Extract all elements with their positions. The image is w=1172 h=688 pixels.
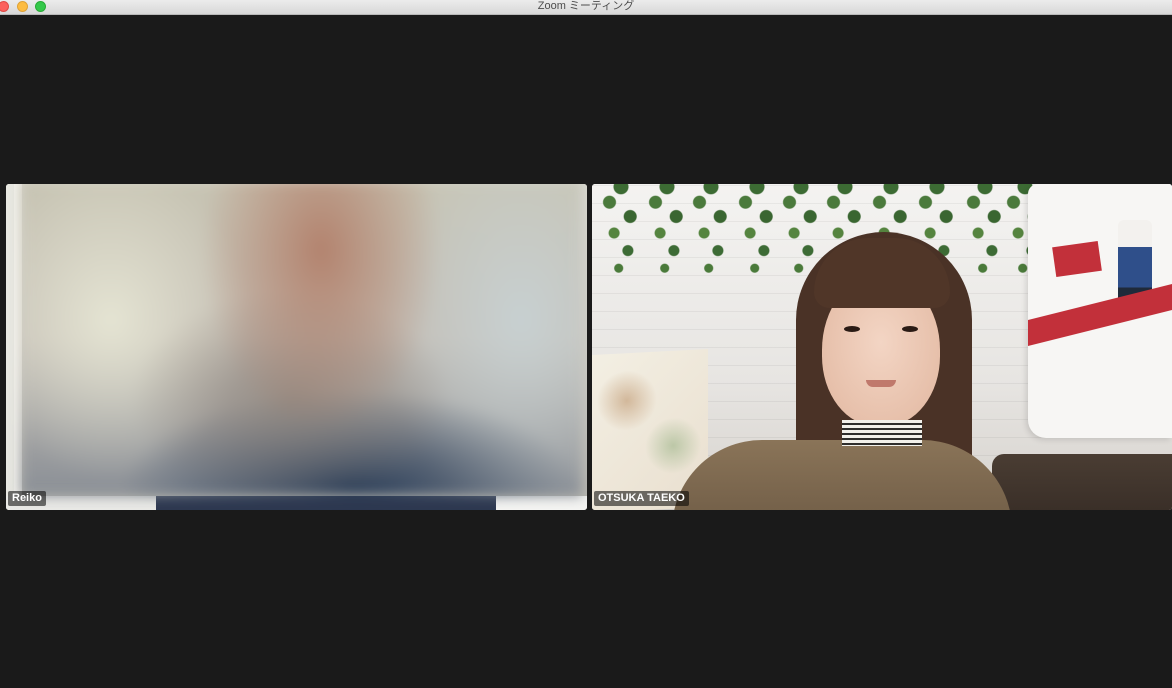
participant-video-tile[interactable]: Reiko <box>6 184 587 510</box>
participant-name-label: Reiko <box>8 491 46 506</box>
participant-video-tile[interactable]: OTSUKA TAEKO <box>592 184 1172 510</box>
sofa <box>992 454 1172 510</box>
sweater <box>672 440 1012 510</box>
window-title: Zoom ミーティング <box>537 0 635 12</box>
participant-name-label: OTSUKA TAEKO <box>594 491 689 506</box>
window-titlebar[interactable]: Zoom ミーティング <box>0 0 1172 15</box>
ivy-decoration <box>598 184 644 288</box>
video-feed-bottom <box>6 496 587 510</box>
striped-collar <box>842 420 922 446</box>
eye <box>902 326 918 332</box>
blurred-video-region <box>21 184 582 496</box>
tote-bag <box>1028 184 1172 438</box>
participant-person <box>672 228 1012 510</box>
eye <box>844 326 860 332</box>
bag-band <box>1028 284 1172 346</box>
mouth <box>866 380 896 387</box>
bag-logo <box>1052 240 1102 278</box>
